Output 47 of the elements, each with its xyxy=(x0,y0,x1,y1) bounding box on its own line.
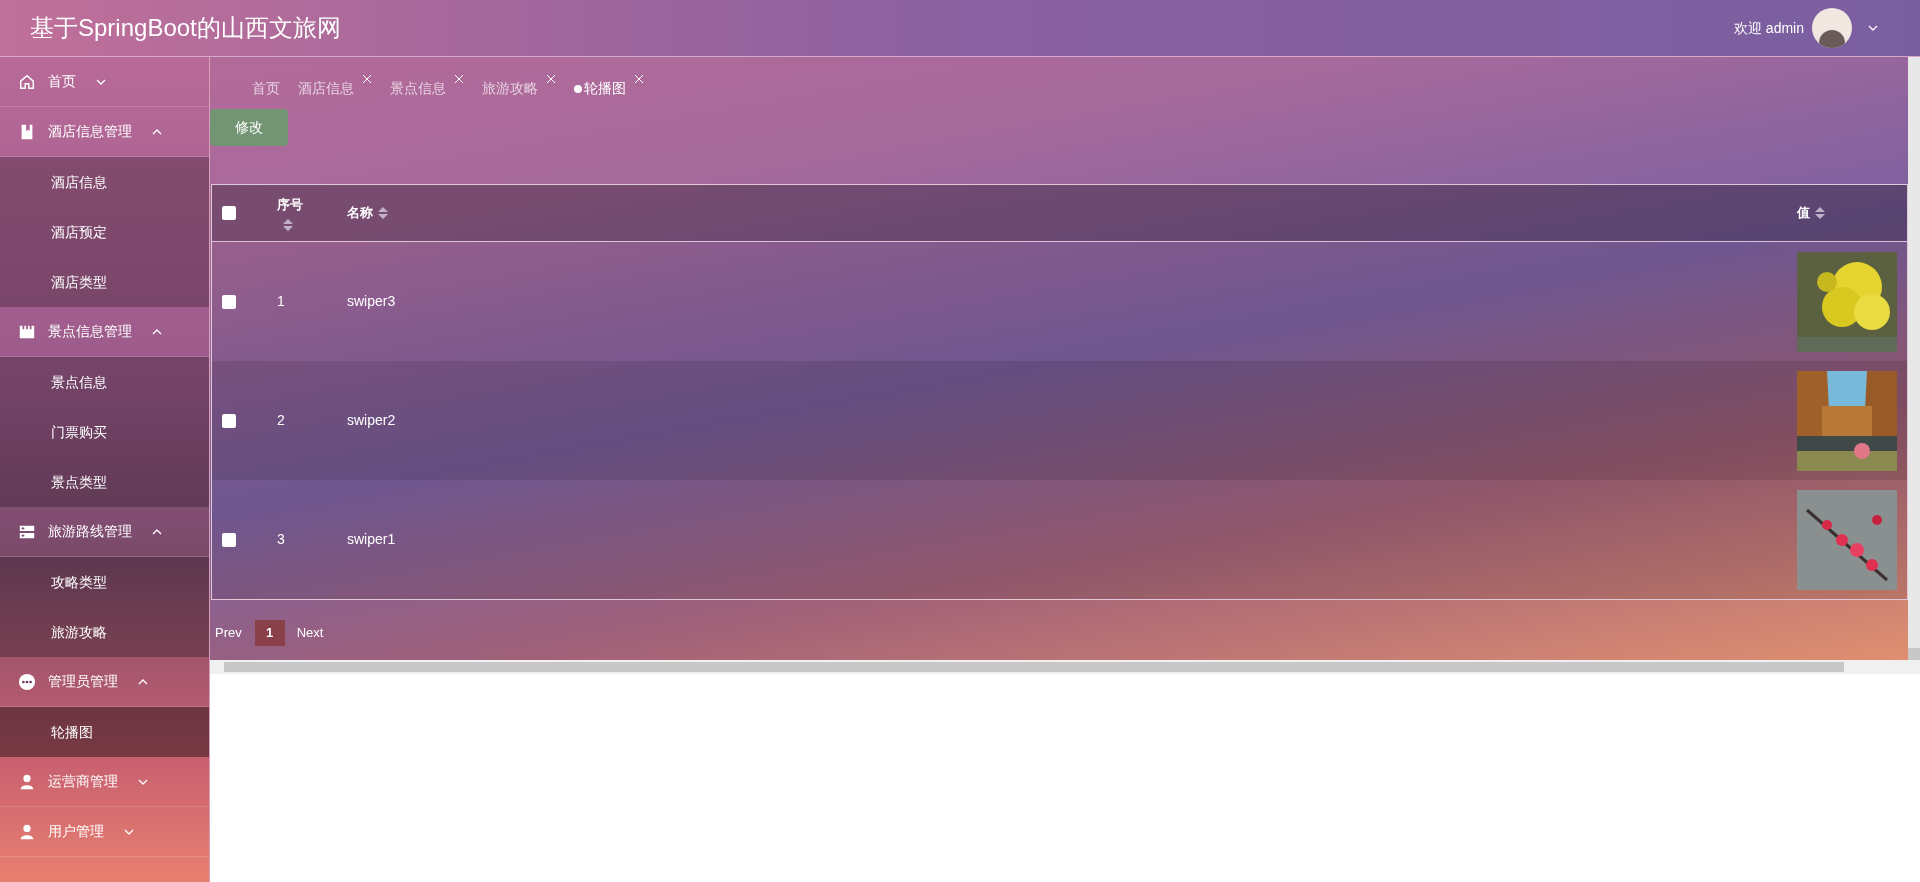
column-header[interactable]: 序号 xyxy=(277,195,303,215)
submenu-item[interactable]: 攻略类型 xyxy=(0,557,209,607)
prev-link[interactable]: Prev xyxy=(214,623,243,643)
home-icon xyxy=(18,72,36,91)
close-icon[interactable] xyxy=(634,74,644,84)
menu-item[interactable]: 旅游路线管理 xyxy=(0,507,209,557)
user-icon xyxy=(18,772,36,791)
next-link[interactable]: Next xyxy=(296,623,324,643)
avatar-icon[interactable] xyxy=(1812,8,1852,48)
close-icon[interactable] xyxy=(546,74,556,84)
menu-item[interactable]: 酒店信息管理 xyxy=(0,107,209,157)
menu-item[interactable]: 运营商管理 xyxy=(0,757,209,807)
table-cell: swiper1 xyxy=(347,531,396,547)
site-title: 基于SpringBoot的山西文旅网 xyxy=(30,13,341,43)
submenu-item[interactable]: 酒店预定 xyxy=(0,207,209,257)
close-icon[interactable] xyxy=(454,74,464,84)
vertical-scrollbar[interactable] xyxy=(1908,57,1920,660)
user-icon xyxy=(18,822,36,841)
welcome-text: 欢迎 admin xyxy=(1733,18,1804,38)
menu-item[interactable]: 管理员管理 xyxy=(0,657,209,707)
sort-icon[interactable] xyxy=(1815,207,1825,219)
submenu-item[interactable]: 门票购买 xyxy=(0,407,209,457)
submenu-item[interactable]: 旅游攻略 xyxy=(0,607,209,657)
more-icon xyxy=(18,672,36,691)
column-header[interactable]: 值 xyxy=(1797,203,1810,223)
menu-item[interactable]: 首页 xyxy=(0,57,209,107)
table-cell: 2 xyxy=(277,412,285,428)
submenu-item[interactable]: 景点类型 xyxy=(0,457,209,507)
table-cell: 1 xyxy=(277,293,285,309)
submenu-item[interactable]: 轮播图 xyxy=(0,707,209,757)
sort-icon[interactable] xyxy=(378,207,388,219)
submenu-item[interactable]: 酒店信息 xyxy=(0,157,209,207)
checkbox[interactable] xyxy=(222,206,236,220)
horizontal-scrollbar[interactable] xyxy=(210,660,1920,674)
chevron-icon xyxy=(1868,23,1878,33)
page-number[interactable]: 1 xyxy=(254,620,285,646)
sort-icon[interactable] xyxy=(283,218,293,231)
close-icon[interactable] xyxy=(362,74,372,84)
table-cell: swiper2 xyxy=(347,412,396,428)
edit-button[interactable]: 修改 xyxy=(210,109,288,146)
column-header[interactable]: 名称 xyxy=(347,203,373,223)
submenu-item[interactable]: 酒店类型 xyxy=(0,257,209,307)
menu-item[interactable]: 景点信息管理 xyxy=(0,307,209,357)
table-cell: 3 xyxy=(277,531,285,547)
page-tab[interactable]: 轮播图 xyxy=(574,74,644,99)
table-cell: swiper3 xyxy=(347,293,396,309)
submenu-item[interactable]: 景点信息 xyxy=(0,357,209,407)
